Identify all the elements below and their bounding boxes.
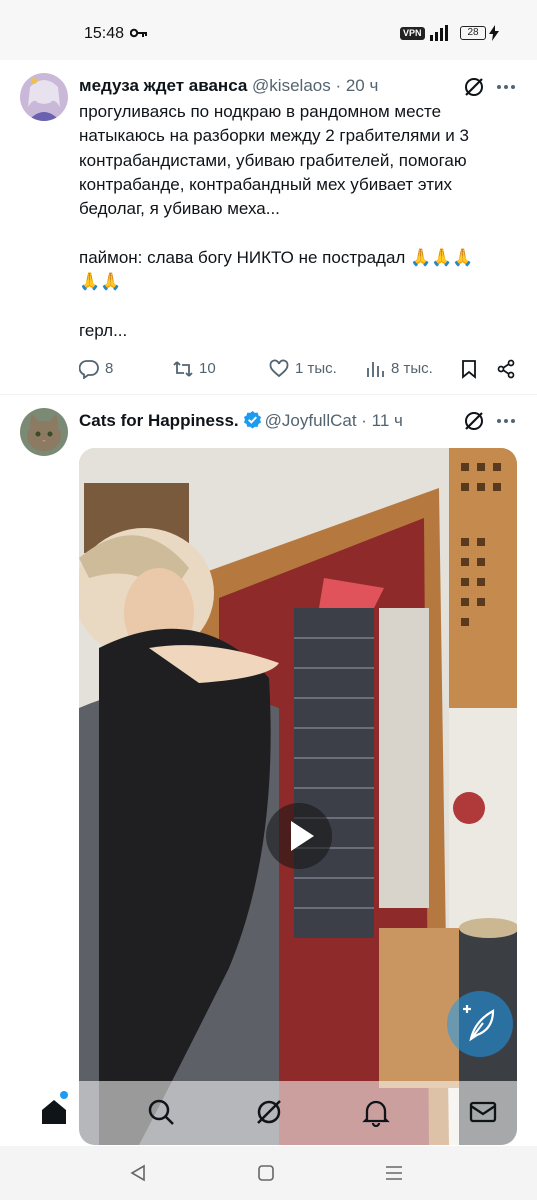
tweet-header: медуза ждет аванса @kiselaos · 20 ч [79, 76, 378, 96]
tweet-header: Cats for Happiness. @JoyfullCat · 11 ч [79, 410, 403, 431]
repost-icon [173, 361, 193, 377]
like-count: 1 тыс. [295, 360, 337, 377]
display-name[interactable]: медуза ждет аванса [79, 76, 247, 95]
status-bar: 15:48 VPN 28 [0, 0, 537, 60]
compose-feather-icon [463, 1005, 495, 1042]
tweet-text: прогуливаясь по нодкраю в рандомном мест… [79, 102, 474, 340]
avatar[interactable] [20, 73, 68, 121]
grok-icon[interactable] [463, 76, 485, 98]
key-icon [130, 28, 147, 38]
bottom-nav [0, 1081, 537, 1146]
charging-bolt-icon [489, 25, 499, 41]
grok-icon[interactable] [463, 410, 485, 432]
search-icon[interactable] [146, 1097, 176, 1127]
views-count: 8 тыс. [391, 360, 433, 377]
messages-icon[interactable] [468, 1097, 498, 1127]
reply-icon [79, 360, 99, 379]
notifications-icon[interactable] [361, 1097, 391, 1127]
more-icon[interactable] [495, 76, 517, 98]
like-button[interactable]: 1 тыс. [269, 356, 337, 382]
timestamp[interactable]: · 11 ч [361, 411, 403, 430]
handle[interactable]: @JoyfullCat [265, 411, 357, 430]
display-name[interactable]: Cats for Happiness. [79, 411, 239, 430]
home-square-icon[interactable] [255, 1162, 277, 1184]
repost-count: 10 [199, 360, 216, 377]
battery-icon: 28 [460, 26, 486, 40]
heart-icon [269, 359, 289, 378]
signal-icon [430, 25, 448, 41]
reply-count: 8 [105, 360, 114, 377]
system-nav-bar [0, 1146, 537, 1200]
more-icon[interactable] [495, 410, 517, 432]
timestamp[interactable]: · 20 ч [335, 76, 378, 95]
status-time: 15:48 [84, 25, 125, 42]
back-icon[interactable] [127, 1162, 149, 1184]
verified-badge-icon [243, 410, 261, 429]
compose-button[interactable] [447, 991, 513, 1057]
vpn-badge: VPN [400, 27, 425, 40]
home-icon[interactable] [39, 1097, 69, 1127]
views-icon [367, 362, 384, 377]
share-icon[interactable] [496, 359, 516, 379]
grok-icon[interactable] [254, 1097, 284, 1127]
tweet-actions: 8 10 1 тыс. 8 тыс. [79, 356, 519, 382]
repost-button[interactable]: 10 [173, 356, 216, 382]
views-button[interactable]: 8 тыс. [365, 356, 433, 382]
tweet-1[interactable]: медуза ждет аванса @kiselaos · 20 ч прог… [0, 60, 537, 394]
recents-menu-icon[interactable] [383, 1162, 405, 1184]
notification-dot [60, 1091, 68, 1099]
reply-button[interactable]: 8 [79, 356, 113, 382]
play-button[interactable] [266, 803, 332, 869]
play-icon [291, 821, 314, 851]
handle[interactable]: @kiselaos [252, 76, 331, 95]
bookmark-icon[interactable] [459, 359, 479, 379]
avatar[interactable] [20, 408, 68, 456]
